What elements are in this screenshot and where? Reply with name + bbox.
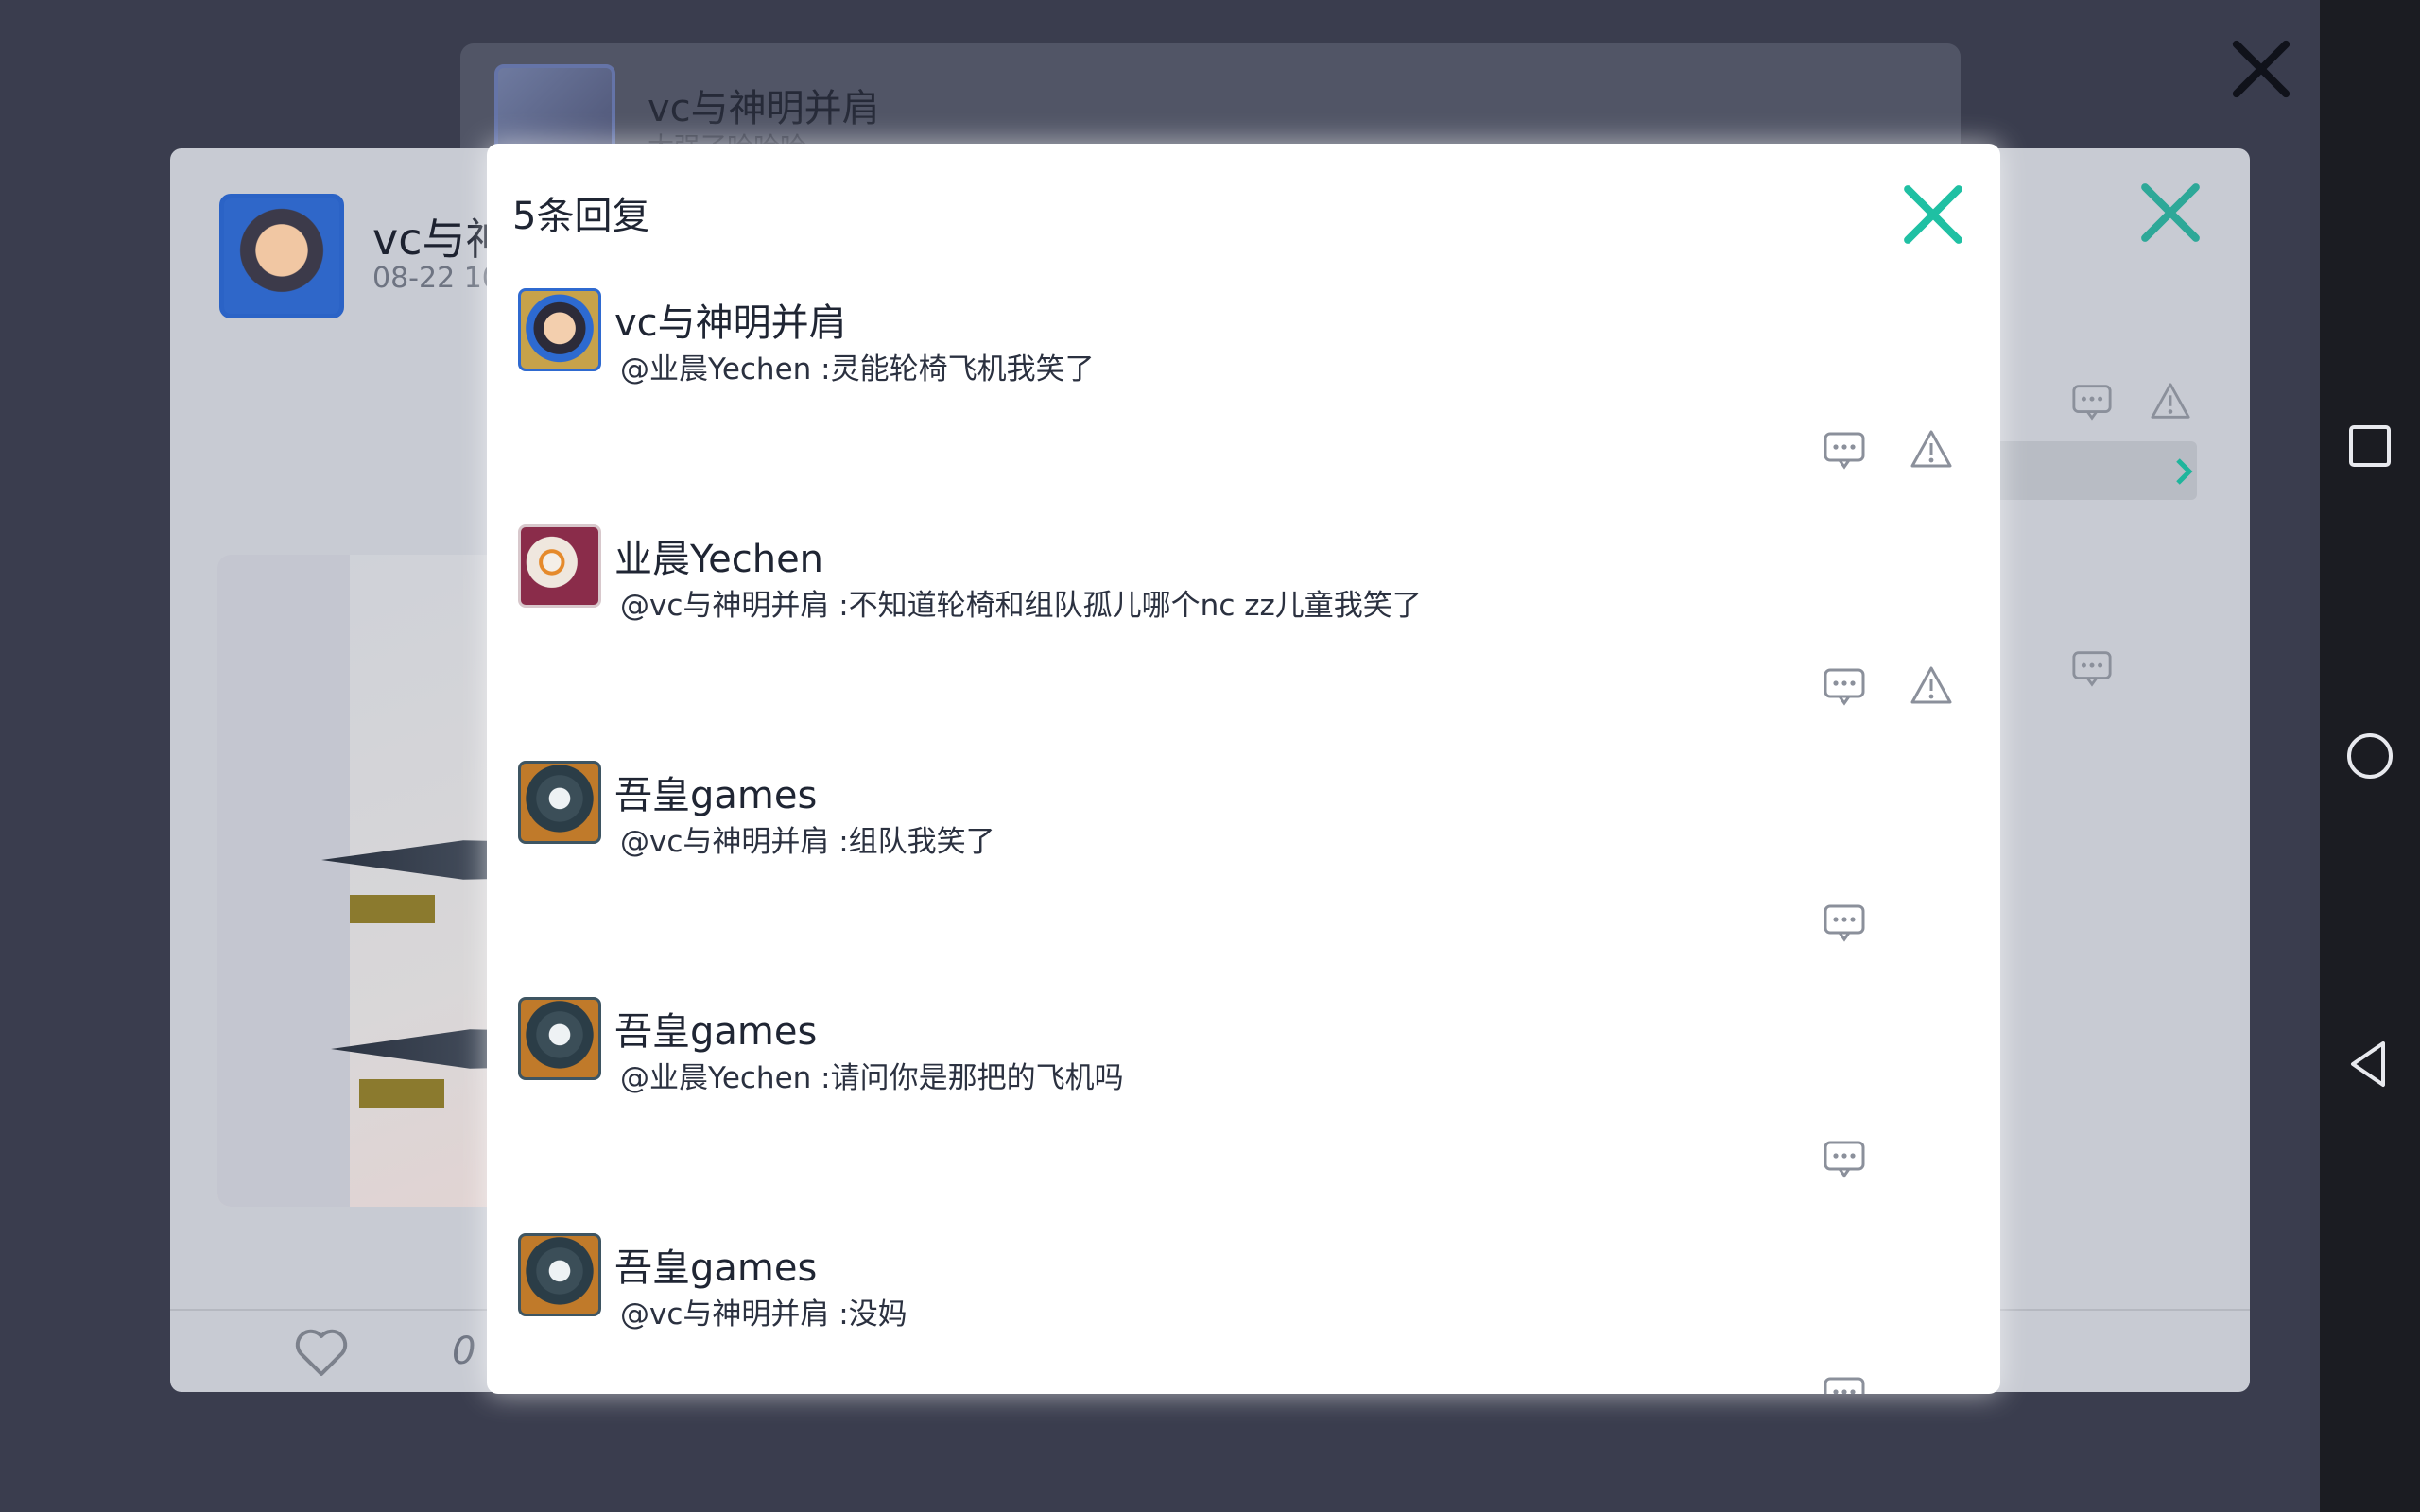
comment-icon[interactable] <box>1823 428 1866 472</box>
list-item: 吾皇games @vc与神明并肩 :组队我笑了 <box>487 761 2000 997</box>
post-timestamp: 08-22 10 <box>372 262 500 295</box>
avatar[interactable] <box>219 194 344 318</box>
image-pillar <box>217 555 350 1207</box>
avatar[interactable] <box>518 1233 601 1316</box>
jet-engine <box>350 895 435 923</box>
comment-icon[interactable] <box>2071 647 2113 689</box>
warning-icon[interactable] <box>1910 428 1953 472</box>
system-navigation-bar <box>2320 0 2420 1512</box>
close-icon[interactable] <box>2135 177 2206 249</box>
avatar[interactable] <box>518 288 601 371</box>
comment-icon[interactable] <box>1823 1373 1866 1394</box>
reply-author-name: 业晨Yechen <box>614 538 824 581</box>
triangle-back-icon[interactable] <box>2343 1038 2396 1091</box>
reply-text: @vc与神明并肩 :组队我笑了 <box>620 825 995 859</box>
avatar[interactable] <box>518 997 601 1080</box>
list-item: 吾皇games @业晨Yechen :请问你是那把的飞机吗 <box>487 997 2000 1233</box>
replies-modal: 5条回复 vc与神明并肩 @业晨Yechen :灵能轮椅飞机我笑了 业晨Yech… <box>487 144 2000 1394</box>
avatar[interactable] <box>518 524 601 608</box>
comment-icon[interactable] <box>2071 381 2113 422</box>
warning-icon[interactable] <box>2150 381 2191 422</box>
reply-text: @vc与神明并肩 :没妈 <box>620 1297 908 1332</box>
comment-icon[interactable] <box>1823 664 1866 708</box>
reply-author-name: 吾皇games <box>614 1246 818 1290</box>
jet-engine <box>359 1079 444 1108</box>
comment-icon[interactable] <box>1823 1137 1866 1180</box>
reply-text: @vc与神明并肩 :不知道轮椅和组队孤儿哪个nc zz儿童我笑了 <box>620 589 1422 623</box>
reply-author-name: vc与神明并肩 <box>614 301 847 345</box>
list-item: 业晨Yechen @vc与神明并肩 :不知道轮椅和组队孤儿哪个nc zz儿童我笑… <box>487 524 2000 761</box>
more-replies-bar[interactable] <box>1966 441 2197 500</box>
heart-icon[interactable] <box>293 1325 350 1382</box>
comment-icon[interactable] <box>1823 901 1866 944</box>
close-icon[interactable] <box>1898 180 1968 249</box>
reply-text: @业晨Yechen :灵能轮椅飞机我笑了 <box>620 352 1095 387</box>
square-icon[interactable] <box>2343 420 2396 472</box>
like-count: 0 <box>452 1330 476 1373</box>
reply-author-name: 吾皇games <box>614 774 818 817</box>
modal-title: 5条回复 <box>512 195 650 238</box>
list-item: vc与神明并肩 @业晨Yechen :灵能轮椅飞机我笑了 <box>487 288 2000 524</box>
avatar[interactable] <box>518 761 601 844</box>
close-icon[interactable] <box>2229 36 2295 102</box>
reply-text: @业晨Yechen :请问你是那把的飞机吗 <box>620 1061 1124 1095</box>
reply-author-name: 吾皇games <box>614 1010 818 1054</box>
chevron-right-icon[interactable] <box>2165 453 2203 490</box>
circle-icon[interactable] <box>2343 730 2396 782</box>
list-item: 吾皇games @vc与神明并肩 :没妈 <box>487 1233 2000 1394</box>
background-author-name: vc与神明并肩 <box>648 87 880 130</box>
warning-icon[interactable] <box>1910 664 1953 708</box>
